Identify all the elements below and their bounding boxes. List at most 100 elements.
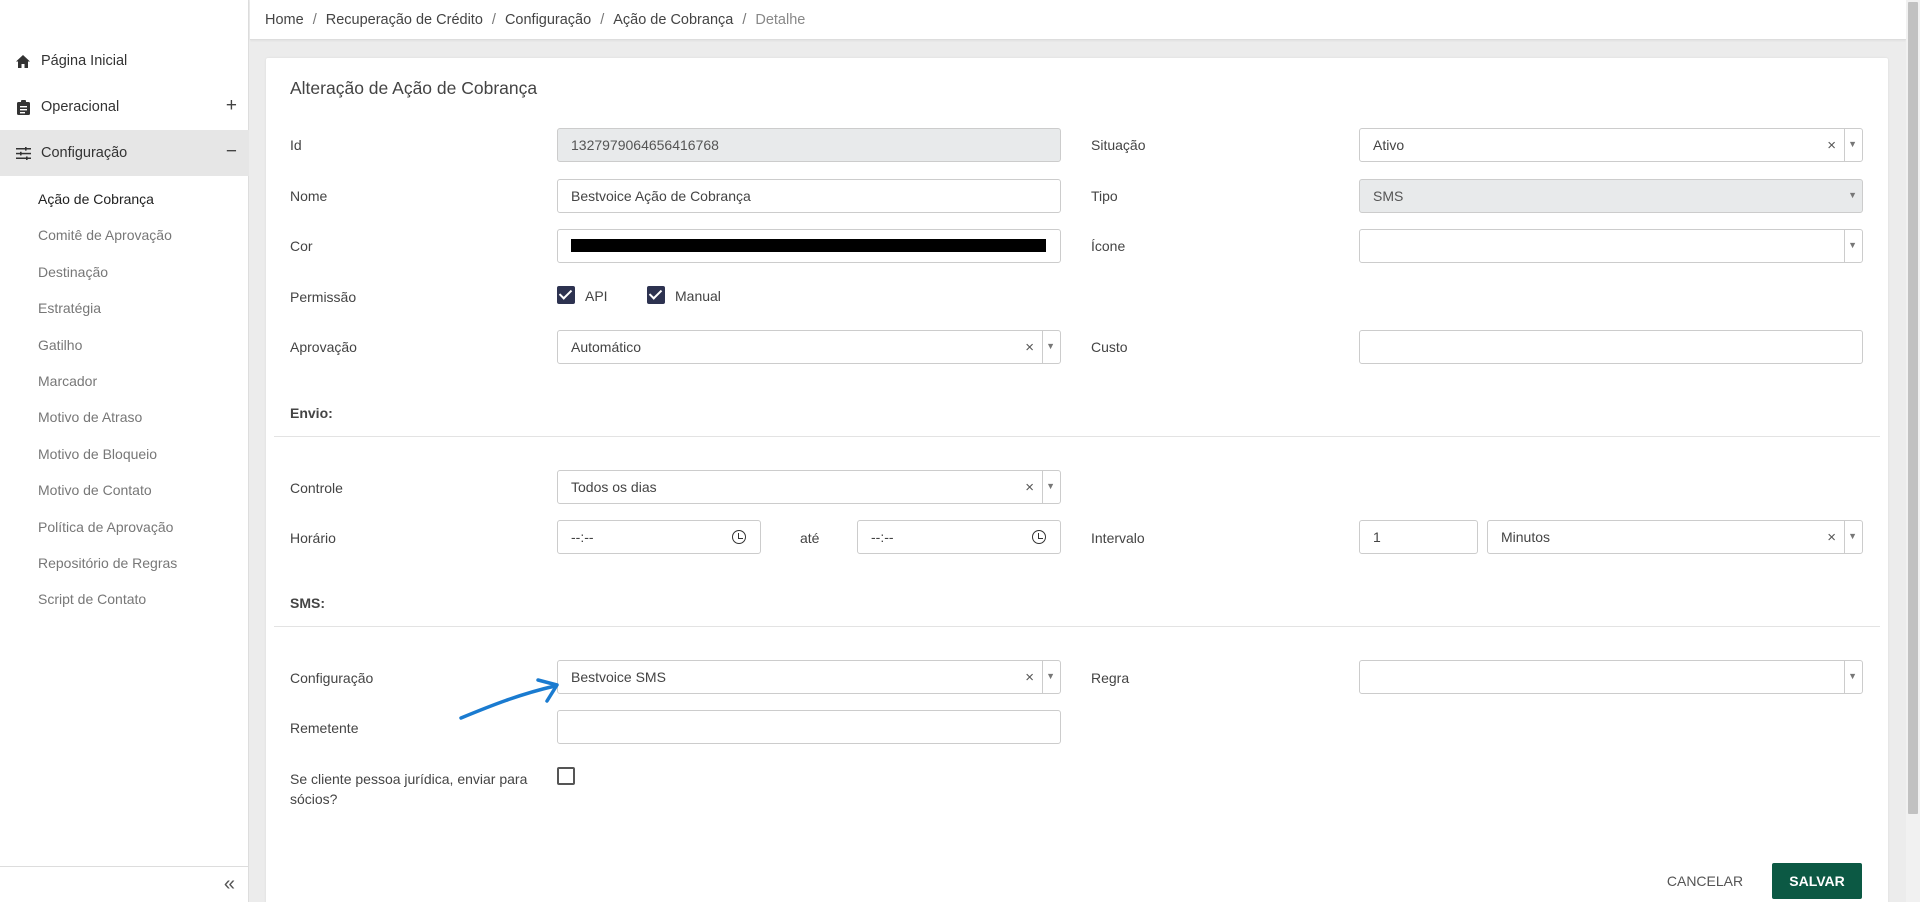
breadcrumb: Home / Recuperação de Crédito / Configur…: [265, 12, 805, 28]
breadcrumb-separator: /: [742, 12, 747, 28]
chevron-down-icon[interactable]: ▼: [1848, 531, 1857, 541]
horario-from-value: --:--: [571, 529, 594, 545]
section-divider: [274, 436, 1880, 437]
sidebar-footer: «: [0, 866, 249, 902]
sidebar-item-acao-de-cobranca[interactable]: Ação de Cobrança: [38, 191, 154, 207]
breadcrumb-recuperacao-de-credito[interactable]: Recuperação de Crédito: [326, 12, 483, 28]
page-title: Alteração de Ação de Cobrança: [290, 78, 538, 98]
clear-icon[interactable]: ×: [1025, 339, 1034, 356]
breadcrumb-separator: /: [491, 12, 496, 28]
clock-icon[interactable]: [1032, 530, 1046, 544]
nav-pagina-inicial[interactable]: Página Inicial: [0, 38, 249, 84]
chevron-down-icon[interactable]: ▼: [1848, 671, 1857, 681]
sidebar-item-motivo-de-bloqueio[interactable]: Motivo de Bloqueio: [38, 446, 157, 462]
page-scrollbar[interactable]: [1906, 0, 1920, 902]
breadcrumb-home[interactable]: Home: [265, 12, 304, 28]
clear-icon[interactable]: ×: [1025, 479, 1034, 496]
scrollbar-thumb[interactable]: [1908, 2, 1918, 814]
clear-icon[interactable]: ×: [1827, 137, 1836, 154]
sliders-icon: [15, 145, 31, 161]
sms-configuracao-label: Configuração: [290, 670, 374, 686]
controle-select[interactable]: Todos os dias × ▼: [557, 470, 1061, 504]
nome-input[interactable]: Bestvoice Ação de Cobrança: [557, 179, 1061, 213]
chevron-down-icon[interactable]: ▼: [1046, 671, 1055, 681]
nome-value: Bestvoice Ação de Cobrança: [571, 188, 751, 204]
breadcrumb-acao-de-cobranca[interactable]: Ação de Cobrança: [613, 12, 733, 28]
home-icon: [15, 53, 31, 69]
sms-configuracao-select[interactable]: Bestvoice SMS × ▼: [557, 660, 1061, 694]
situacao-select[interactable]: Ativo × ▼: [1359, 128, 1863, 162]
aprovacao-select[interactable]: Automático × ▼: [557, 330, 1061, 364]
intervalo-unit-select[interactable]: Minutos × ▼: [1487, 520, 1863, 554]
chevron-down-icon[interactable]: ▼: [1046, 341, 1055, 351]
chevron-down-icon[interactable]: ▼: [1848, 240, 1857, 250]
intervalo-label: Intervalo: [1091, 530, 1145, 546]
clear-icon[interactable]: ×: [1025, 669, 1034, 686]
aprovacao-label: Aprovação: [290, 339, 357, 355]
breadcrumb-separator: /: [600, 12, 605, 28]
select-divider: [1844, 661, 1845, 693]
manual-checkbox-label[interactable]: Manual: [675, 288, 721, 304]
sidebar-item-marcador[interactable]: Marcador: [38, 373, 97, 389]
clock-icon[interactable]: [732, 530, 746, 544]
controle-label: Controle: [290, 480, 343, 496]
manual-checkbox[interactable]: [647, 286, 665, 304]
select-divider: [1844, 521, 1845, 553]
breadcrumb-configuracao[interactable]: Configuração: [505, 12, 591, 28]
custo-input[interactable]: [1359, 330, 1863, 364]
cancel-button[interactable]: CANCELAR: [1660, 863, 1750, 899]
remetente-input[interactable]: [557, 710, 1061, 744]
regra-label: Regra: [1091, 670, 1130, 686]
chevron-down-icon[interactable]: ▼: [1046, 481, 1055, 491]
socios-checkbox[interactable]: [557, 767, 575, 785]
icone-select[interactable]: ▼: [1359, 229, 1863, 263]
collapse-sidebar-icon[interactable]: «: [224, 873, 235, 896]
id-value: 1327979064656416768: [571, 137, 719, 153]
tipo-select: SMS ▼: [1359, 179, 1863, 213]
horario-label: Horário: [290, 530, 336, 546]
select-divider: [1844, 230, 1845, 262]
aprovacao-value: Automático: [571, 339, 642, 355]
situacao-label: Situação: [1091, 137, 1146, 153]
sidebar: Página Inicial Operacional + Configuraçã…: [0, 0, 249, 902]
horario-to-input[interactable]: --:--: [857, 520, 1061, 554]
intervalo-input[interactable]: 1: [1359, 520, 1478, 554]
sidebar-item-motivo-de-atraso[interactable]: Motivo de Atraso: [38, 409, 142, 425]
save-button[interactable]: SALVAR: [1772, 863, 1862, 899]
ate-label: até: [800, 530, 820, 546]
collapse-section-icon[interactable]: −: [226, 141, 237, 163]
regra-select[interactable]: ▼: [1359, 660, 1863, 694]
expand-icon[interactable]: +: [226, 95, 237, 117]
sidebar-item-repositorio-de-regras[interactable]: Repositório de Regras: [38, 555, 177, 571]
nav-operacional[interactable]: Operacional +: [0, 84, 249, 130]
sidebar-item-politica-de-aprovacao[interactable]: Política de Aprovação: [38, 519, 173, 535]
id-field: 1327979064656416768: [557, 128, 1061, 162]
cor-label: Cor: [290, 238, 313, 254]
api-checkbox-label[interactable]: API: [585, 288, 608, 304]
nav-label: Configuração: [41, 145, 128, 161]
sidebar-item-motivo-de-contato[interactable]: Motivo de Contato: [38, 482, 152, 498]
color-swatch[interactable]: [571, 239, 1046, 252]
section-divider: [274, 626, 1880, 627]
controle-value: Todos os dias: [571, 479, 657, 495]
sidebar-item-destinacao[interactable]: Destinação: [38, 264, 108, 280]
tipo-value: SMS: [1373, 188, 1404, 204]
sms-configuracao-value: Bestvoice SMS: [571, 669, 666, 685]
custo-label: Custo: [1091, 339, 1128, 355]
nav-configuracao[interactable]: Configuração −: [0, 130, 249, 176]
api-checkbox[interactable]: [557, 286, 575, 304]
socios-label-line2: sócios?: [290, 791, 338, 807]
horario-from-input[interactable]: --:--: [557, 520, 761, 554]
sidebar-item-gatilho[interactable]: Gatilho: [38, 337, 82, 353]
clear-icon[interactable]: ×: [1827, 529, 1836, 546]
sidebar-item-estrategia[interactable]: Estratégia: [38, 300, 101, 316]
permissao-label: Permissão: [290, 289, 357, 305]
sms-section-title: SMS:: [290, 595, 325, 611]
icone-label: Ícone: [1091, 238, 1126, 254]
sidebar-item-script-de-contato[interactable]: Script de Contato: [38, 591, 146, 607]
nav-label: Página Inicial: [41, 53, 128, 69]
id-label: Id: [290, 137, 302, 153]
chevron-down-icon[interactable]: ▼: [1848, 139, 1857, 149]
sidebar-item-comite-de-aprovacao[interactable]: Comitê de Aprovação: [38, 227, 172, 243]
clipboard-icon: [15, 99, 31, 115]
